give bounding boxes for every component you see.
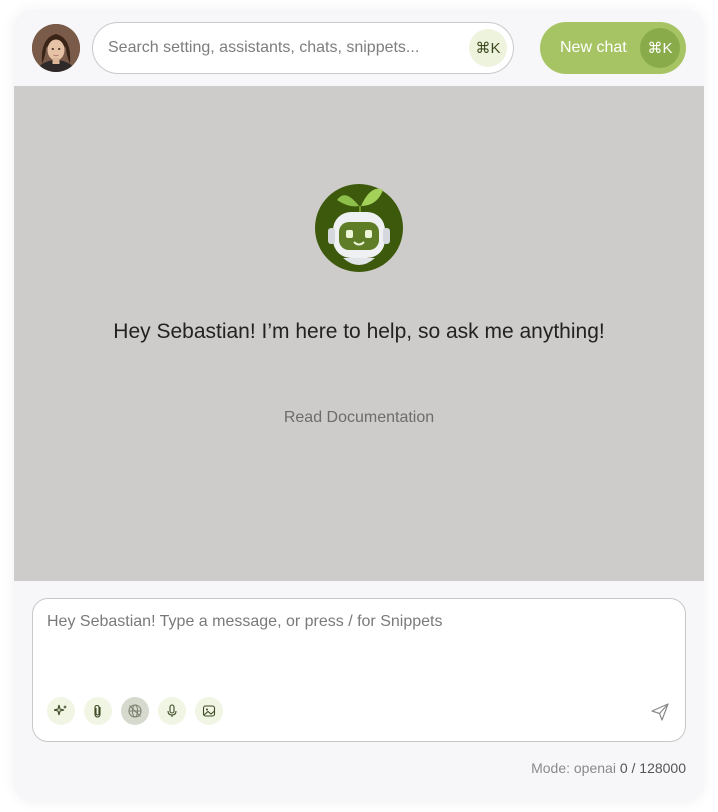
web-search-toggle[interactable]: [121, 697, 149, 725]
sparkles-icon: [54, 704, 67, 716]
new-chat-shortcut-badge: ⌘K: [640, 28, 680, 68]
send-button[interactable]: [649, 701, 671, 723]
robot-assistant-icon: [315, 184, 403, 272]
search-input[interactable]: [108, 23, 448, 73]
new-chat-label: New chat: [560, 39, 627, 56]
read-documentation-link[interactable]: Read Documentation: [14, 409, 704, 427]
new-chat-button[interactable]: New chat ⌘K: [540, 22, 686, 74]
microphone-icon: [167, 704, 177, 717]
avatar[interactable]: [32, 24, 80, 72]
voice-input-button[interactable]: [158, 697, 186, 725]
greeting-message: Hey Sebastian! I’m here to help, so ask …: [113, 320, 605, 343]
message-composer: [32, 598, 686, 742]
chat-area: Hey Sebastian! I’m here to help, so ask …: [14, 86, 704, 581]
mode-label: Mode: openai: [531, 760, 616, 776]
paperclip-icon: [94, 704, 101, 718]
image-icon: [202, 705, 216, 717]
token-count: 0 / 128000: [619, 760, 686, 776]
search-shortcut-badge: ⌘K: [469, 29, 507, 67]
attach-button[interactable]: [84, 697, 112, 725]
header: ⌘K New chat ⌘K: [14, 10, 704, 86]
image-upload-button[interactable]: [195, 697, 223, 725]
message-input[interactable]: [47, 613, 667, 673]
search-bar[interactable]: ⌘K: [92, 22, 514, 74]
app-window: ⌘K New chat ⌘K: [14, 10, 704, 802]
sparkles-button[interactable]: [47, 697, 75, 725]
globe-icon: [128, 704, 142, 718]
status-footer: Mode: openai 0 / 128000: [531, 760, 686, 776]
send-icon: [651, 703, 669, 721]
